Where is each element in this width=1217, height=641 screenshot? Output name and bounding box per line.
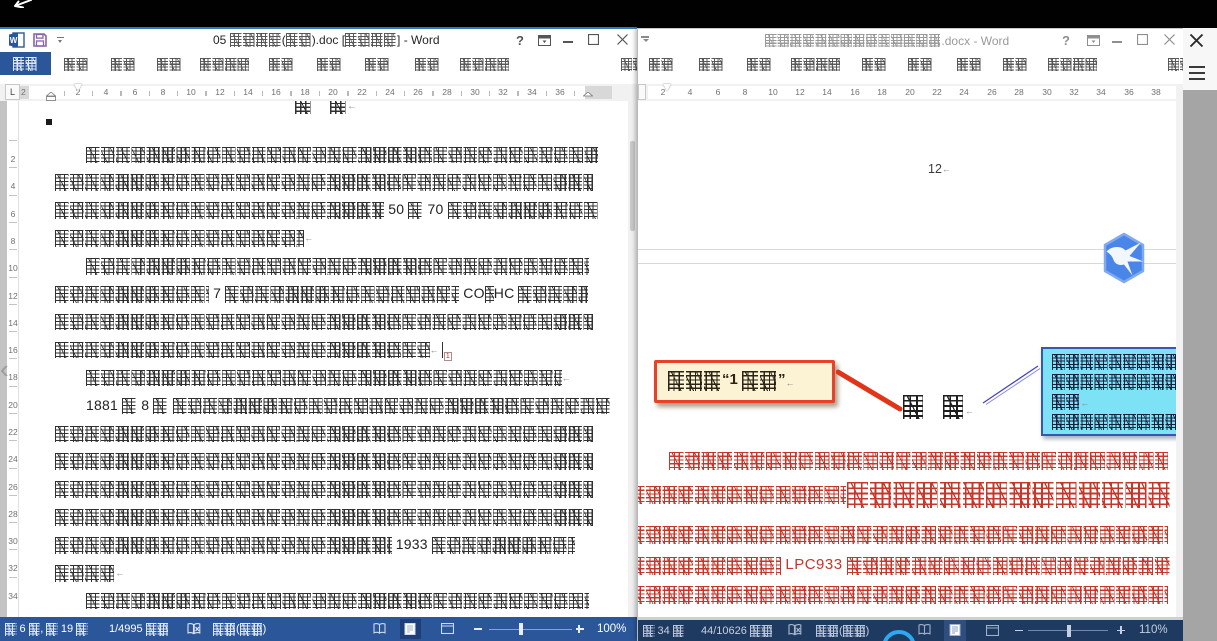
svg-text:W: W <box>10 36 18 45</box>
